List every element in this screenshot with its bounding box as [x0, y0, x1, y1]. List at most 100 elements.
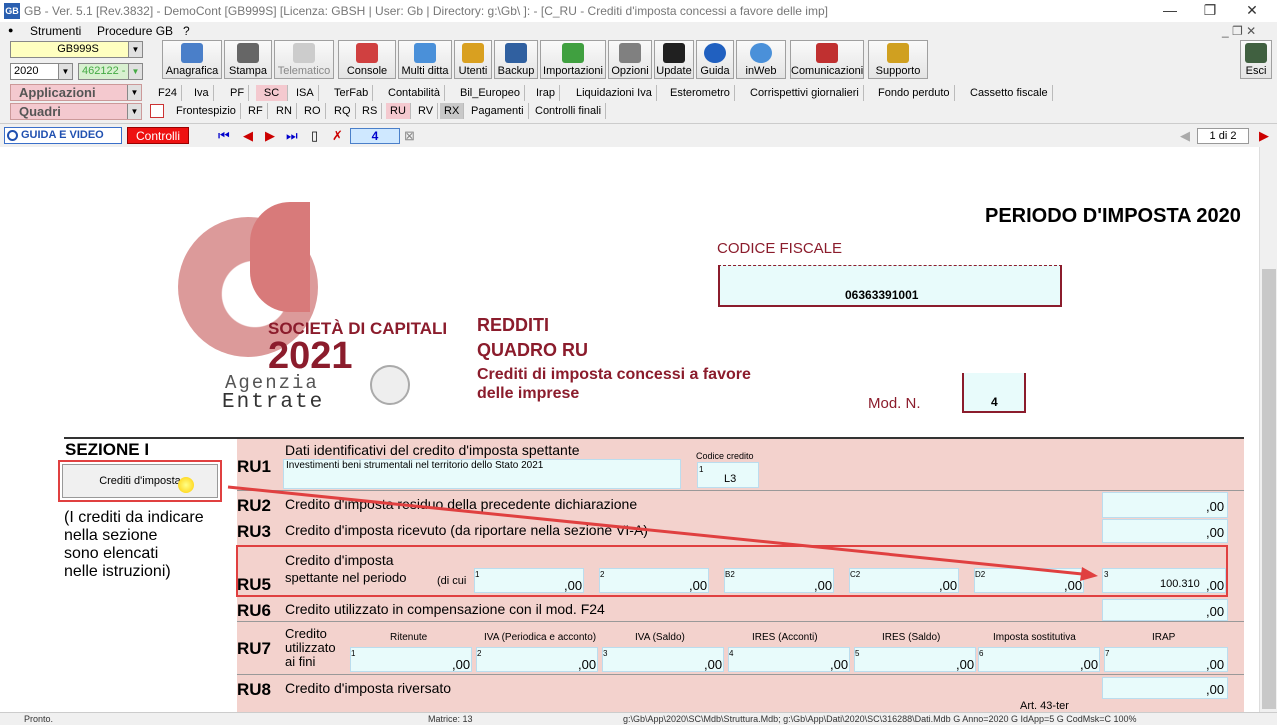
opzioni-button[interactable]: Opzioni: [608, 40, 652, 79]
minimize-button[interactable]: —: [1150, 1, 1190, 19]
code-combo[interactable]: 462122 - ▼: [78, 63, 143, 80]
field-number: 7: [1105, 649, 1110, 658]
tab-rx[interactable]: RX: [440, 103, 465, 119]
ru7-value-7: ,00: [1206, 657, 1225, 672]
tab-cassetto-fiscale[interactable]: Cassetto fiscale: [966, 85, 1053, 101]
tab-rq[interactable]: RQ: [330, 103, 356, 119]
tab-ru[interactable]: RU: [386, 103, 411, 119]
users-icon: [462, 43, 484, 63]
utenti-button[interactable]: Utenti: [454, 40, 492, 79]
tab-rs[interactable]: RS: [358, 103, 383, 119]
first-page-icon[interactable]: ⏮: [218, 128, 230, 143]
stampa-button[interactable]: Stampa: [224, 40, 272, 79]
menu-bar: ● Strumenti Procedure GB ? _ ❐ ✕: [0, 22, 1277, 39]
applicazioni-selector[interactable]: Applicazioni ▼: [10, 84, 142, 101]
anagrafica-icon: [181, 43, 203, 63]
tab-bil-europeo[interactable]: Bil_Europeo: [456, 85, 525, 101]
tab-iva[interactable]: Iva: [190, 85, 214, 101]
quadri-selector[interactable]: Quadri ▼: [10, 103, 142, 120]
selector-label: Applicazioni: [19, 85, 96, 100]
ru7-col-iva-periodica: IVA (Periodica e acconto): [484, 632, 597, 643]
page-back-icon[interactable]: ◀: [1180, 128, 1190, 143]
delete-module-icon[interactable]: ✗: [332, 128, 343, 143]
tab-pf[interactable]: PF: [226, 85, 250, 101]
tab-esterometro[interactable]: Esterometro: [666, 85, 735, 101]
backup-button[interactable]: Backup: [494, 40, 538, 79]
next-page-icon[interactable]: ▶: [265, 128, 275, 143]
telematico-button[interactable]: Telematico: [274, 40, 334, 79]
tab-fondo-perduto[interactable]: Fondo perduto: [874, 85, 955, 101]
button-label: Telematico: [277, 65, 331, 77]
company-combo[interactable]: GB999S ▼: [10, 41, 143, 58]
comunicazioni-button[interactable]: Comunicazioni: [790, 40, 864, 79]
tab-ro[interactable]: RO: [300, 103, 326, 119]
guida-video-button[interactable]: GUIDA E VIDEO: [4, 127, 122, 144]
guida-button[interactable]: Guida: [696, 40, 734, 79]
chevron-down-icon: ▼: [58, 64, 72, 79]
page-indicator: 1 di 2: [1197, 128, 1249, 144]
ru8-text: Credito d'imposta riversato: [285, 680, 452, 696]
tab-controlli-finali[interactable]: Controlli finali: [531, 103, 607, 119]
app-logo-icon: GB: [4, 3, 20, 19]
update-button[interactable]: Update: [654, 40, 694, 79]
row-divider: [237, 674, 1244, 675]
tab-contabilita[interactable]: Contabilità: [384, 85, 445, 101]
ru7-col-iva-saldo: IVA (Saldo): [635, 632, 685, 643]
button-label: Guida: [700, 65, 730, 77]
ru7-text-1: Credito: [285, 626, 327, 641]
tab-rv[interactable]: RV: [414, 103, 439, 119]
supporto-button[interactable]: Supporto: [868, 40, 928, 79]
restore-button[interactable]: ❐: [1190, 1, 1230, 19]
inweb-button[interactable]: inWeb: [736, 40, 786, 79]
console-button[interactable]: Console: [338, 40, 396, 79]
previous-page-icon[interactable]: ◀: [243, 128, 253, 143]
ru7-col-ires-acconti: IRES (Acconti): [752, 632, 818, 643]
cancel-icon[interactable]: ⊠: [404, 128, 415, 143]
ru7-col-imposta-sostitutiva: Imposta sostitutiva: [993, 632, 1076, 643]
backup-icon: [505, 43, 527, 63]
title-bar: GB GB - Ver. 5.1 [Rev.3832] - DemoCont […: [0, 0, 1277, 22]
button-label: Backup: [497, 65, 535, 77]
scrollbar-thumb[interactable]: [1262, 269, 1276, 709]
multi-ditta-button[interactable]: Multi ditta: [398, 40, 452, 79]
mdi-controls[interactable]: _ ❐ ✕: [1222, 24, 1271, 38]
close-button[interactable]: ✕: [1232, 1, 1272, 19]
search-icon: [7, 130, 18, 141]
module-number-field[interactable]: 4: [350, 128, 400, 144]
button-label: Update: [656, 65, 692, 77]
vertical-scrollbar[interactable]: [1259, 147, 1277, 712]
pdf-icon[interactable]: [150, 104, 164, 118]
tab-isa[interactable]: ISA: [292, 85, 319, 101]
tab-frontespizio[interactable]: Frontespizio: [172, 103, 241, 119]
field-number: 6: [979, 649, 984, 658]
button-label: Anagrafica: [165, 65, 219, 77]
ru7-value-3: ,00: [704, 657, 723, 672]
tab-f24[interactable]: F24: [154, 85, 182, 101]
tab-irap[interactable]: Irap: [532, 85, 560, 101]
controlli-button[interactable]: Controlli: [127, 127, 189, 144]
field-number: 4: [729, 649, 734, 658]
tab-rf[interactable]: RF: [244, 103, 268, 119]
year-combo[interactable]: 2020 ▼: [10, 63, 73, 80]
tab-rn[interactable]: RN: [272, 103, 297, 119]
menu-help[interactable]: ?: [183, 24, 190, 38]
navigation-bar: GUIDA E VIDEO Controlli ⏮ ◀ ▶ ⏭ ▯ ✗ 4 ⊠ …: [0, 123, 1277, 147]
importazioni-button[interactable]: Importazioni: [540, 40, 606, 79]
status-matrice: Matrice: 13: [428, 714, 473, 724]
tab-liquidazioni-iva[interactable]: Liquidazioni Iva: [572, 85, 657, 101]
new-module-icon[interactable]: ▯: [311, 128, 318, 143]
last-page-icon[interactable]: ⏭: [286, 128, 298, 143]
tab-sc[interactable]: SC: [256, 85, 288, 101]
tab-terfab[interactable]: TerFab: [330, 85, 374, 101]
anagrafica-button[interactable]: Anagrafica: [162, 40, 222, 79]
status-bar: Pronto. Matrice: 13 g:\Gb\App\2020\SC\Md…: [0, 712, 1277, 725]
esci-button[interactable]: Esci: [1240, 40, 1272, 79]
chevron-down-icon: ▼: [128, 64, 142, 79]
ru7-value-5: ,00: [956, 657, 975, 672]
tab-pagamenti[interactable]: Pagamenti: [467, 103, 529, 119]
ru6-label: RU6: [237, 601, 272, 620]
page-forward-icon[interactable]: ▶: [1259, 128, 1269, 143]
menu-procedure-gb[interactable]: Procedure GB: [97, 24, 173, 38]
tab-corrispettivi[interactable]: Corrispettivi giornalieri: [746, 85, 864, 101]
menu-strumenti[interactable]: Strumenti: [30, 24, 81, 38]
